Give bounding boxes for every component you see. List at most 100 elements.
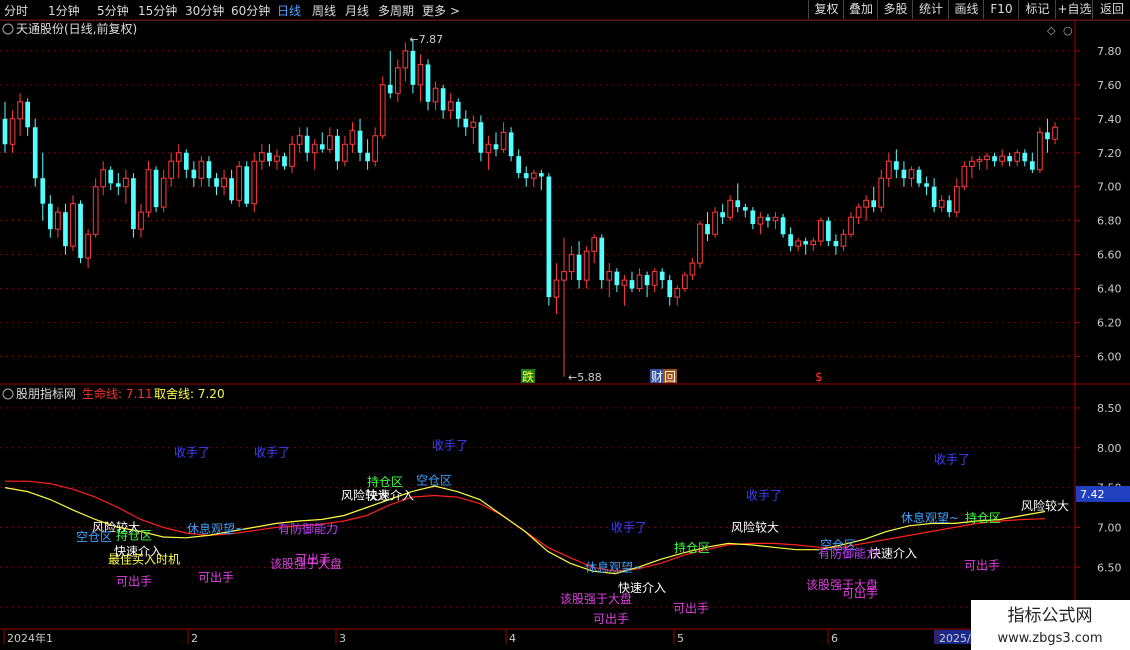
- candle-body: [372, 135, 378, 162]
- candle-body: [455, 101, 461, 119]
- signal-label: 休息观望~: [187, 521, 245, 536]
- signal-label: 休息观望~: [901, 510, 959, 525]
- signal-label: 有防御能力: [278, 521, 338, 536]
- candle-body: [599, 237, 605, 281]
- main-ytick-label: 6.40: [1097, 283, 1122, 296]
- candle-body: [629, 280, 635, 289]
- candle-body: [2, 118, 8, 145]
- candle-body: [387, 84, 393, 94]
- x-axis-label: 2: [191, 632, 198, 645]
- candle-body: [953, 186, 960, 213]
- candle-body: [840, 233, 847, 247]
- candle-body: [236, 165, 243, 201]
- candle-body: [735, 200, 741, 208]
- main-ytick-label: 6.00: [1097, 351, 1122, 364]
- candle-body: [17, 101, 23, 120]
- candle-body: [606, 271, 613, 281]
- x-axis-label: 3: [339, 632, 346, 645]
- life-line-label: 生命线: 7.11: [82, 386, 153, 401]
- price-annotation: ←5.88: [568, 371, 602, 384]
- candle-body: [516, 156, 522, 174]
- x-axis-label: 2024年1: [7, 631, 53, 645]
- candle-body: [493, 144, 499, 150]
- main-ytick-label: 7.80: [1097, 45, 1122, 58]
- event-marker: $: [815, 370, 823, 384]
- candle-body: [440, 88, 446, 111]
- candle-body: [85, 233, 91, 259]
- candle-body: [40, 178, 46, 204]
- candle-body: [229, 178, 234, 201]
- candle-body: [304, 135, 310, 153]
- candle-body: [667, 280, 673, 298]
- candle-body: [1022, 152, 1028, 162]
- candle-body: [78, 203, 83, 259]
- signal-label: 持仓区: [965, 510, 1001, 525]
- main-ytick-label: 7.40: [1097, 113, 1122, 126]
- candle-body: [342, 143, 348, 162]
- candle-body: [153, 169, 159, 208]
- candle-body: [47, 203, 53, 230]
- signal-label: 有防御能力: [818, 546, 878, 561]
- main-ytick-label: 7.20: [1097, 147, 1122, 160]
- candle-body: [712, 211, 718, 235]
- candle-body: [478, 122, 484, 153]
- candle-body: [394, 67, 401, 94]
- candle-body: [855, 206, 862, 218]
- candle-body: [583, 250, 590, 281]
- candle-body: [553, 279, 560, 298]
- candle-body: [326, 135, 333, 150]
- choice-line-label: 取舍线: 7.20: [154, 386, 225, 401]
- main-ytick-label: 6.80: [1097, 215, 1122, 228]
- candle-body: [206, 161, 212, 179]
- candle-body: [311, 143, 318, 154]
- candle-body: [901, 169, 907, 179]
- signal-label: 最佳买入时机: [108, 552, 180, 566]
- candle-body: [871, 200, 877, 208]
- candle-body: [175, 152, 182, 162]
- watermark-url: www.zbgs3.com: [997, 631, 1102, 646]
- signal-label: 可出手: [295, 552, 331, 566]
- candle-body: [961, 165, 968, 188]
- candle-body: [417, 63, 424, 86]
- candle-body: [863, 199, 869, 208]
- candle-body: [63, 212, 68, 247]
- candle-body: [931, 186, 937, 208]
- candle-body: [365, 152, 370, 162]
- candle-body: [357, 130, 363, 153]
- candle-body: [1029, 161, 1035, 170]
- candle-body: [780, 217, 786, 235]
- signal-label: 持仓区: [116, 527, 152, 542]
- candle-body: [916, 169, 922, 184]
- signal-label: 持仓区: [367, 474, 403, 489]
- candle-body: [651, 271, 658, 286]
- signal-label: 收手了: [934, 453, 970, 467]
- candle-body: [191, 169, 197, 179]
- candle-body: [131, 178, 136, 230]
- candle-body: [689, 262, 696, 276]
- candle-body: [32, 127, 38, 179]
- candle-body: [25, 101, 31, 128]
- candle-body: [720, 212, 725, 218]
- candle-body: [1052, 126, 1058, 140]
- candle-body: [274, 155, 280, 162]
- watermark-title: 指标公式网: [1008, 606, 1093, 626]
- x-axis-label: 4: [509, 632, 516, 645]
- indicator-title: 股朋指标网: [16, 386, 76, 401]
- signal-label: 空仓区: [416, 473, 452, 487]
- candle-body: [258, 152, 265, 162]
- x-axis-label: 6: [831, 632, 838, 645]
- candle-body: [530, 172, 537, 179]
- indicator-ytick-label: 6.50: [1097, 561, 1122, 574]
- candle-body: [168, 160, 175, 179]
- candle-body: [289, 143, 295, 167]
- candle-body: [969, 160, 975, 167]
- candle-body: [447, 101, 454, 111]
- signal-label: 收手了: [432, 438, 468, 452]
- signal-label: 收手了: [174, 446, 210, 460]
- candle-body: [500, 131, 507, 150]
- signal-label: 可出手: [198, 571, 234, 585]
- candle-body: [908, 169, 915, 179]
- candle-body: [425, 64, 431, 102]
- candle-body: [145, 169, 152, 213]
- candle-body: [750, 210, 756, 225]
